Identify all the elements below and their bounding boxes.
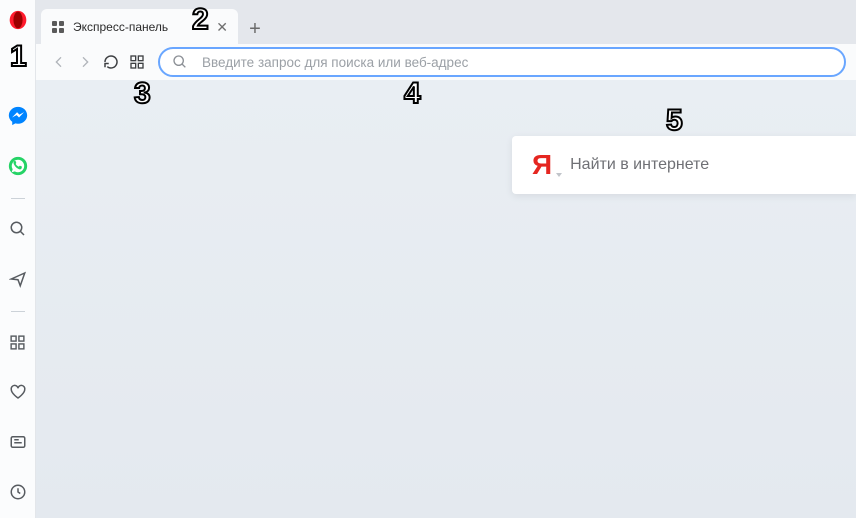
yandex-logo-icon: Я xyxy=(532,149,552,181)
sidebar-divider xyxy=(11,198,25,199)
news-icon[interactable] xyxy=(6,430,30,454)
tab-speed-dial[interactable]: Экспресс-панель ✕ xyxy=(41,9,238,44)
new-tab-button[interactable]: + xyxy=(240,14,270,44)
messenger-icon[interactable] xyxy=(6,104,30,128)
search-icon[interactable] xyxy=(6,217,30,241)
address-bar[interactable] xyxy=(158,47,846,77)
speed-dial-button[interactable] xyxy=(124,49,150,75)
tab-strip: Экспресс-панель ✕ + xyxy=(36,0,856,44)
yandex-search-widget[interactable]: Я Найти в интернете xyxy=(512,136,856,194)
left-sidebar xyxy=(0,0,36,518)
whatsapp-icon[interactable] xyxy=(6,154,30,178)
speed-dial-content: Я Найти в интернете xyxy=(36,80,856,518)
tab-title: Экспресс-панель xyxy=(73,20,168,34)
back-button[interactable] xyxy=(46,49,72,75)
reload-button[interactable] xyxy=(98,49,124,75)
address-input[interactable] xyxy=(202,55,832,70)
address-search-icon xyxy=(172,54,188,70)
send-icon[interactable] xyxy=(6,267,30,291)
speed-dial-grid-icon[interactable] xyxy=(6,330,30,354)
sidebar-divider xyxy=(11,311,25,312)
speed-dial-favicon-icon xyxy=(51,20,65,34)
forward-button[interactable] xyxy=(72,49,98,75)
navigation-toolbar xyxy=(36,44,856,80)
heart-icon[interactable] xyxy=(6,380,30,404)
clock-icon[interactable] xyxy=(6,480,30,504)
opera-logo-icon[interactable] xyxy=(8,10,28,30)
close-tab-icon[interactable]: ✕ xyxy=(216,20,228,34)
yandex-search-placeholder: Найти в интернете xyxy=(570,156,709,174)
